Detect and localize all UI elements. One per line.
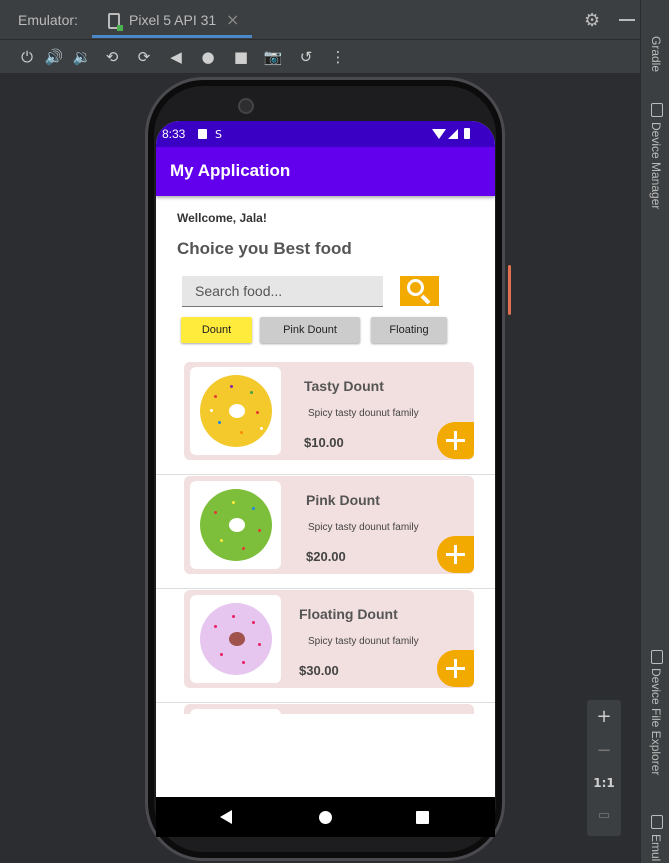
status-bar: 8:33 S bbox=[156, 121, 495, 147]
food-image bbox=[190, 367, 281, 455]
chip-pink-dount[interactable]: Pink Dount bbox=[260, 317, 360, 343]
food-card[interactable] bbox=[184, 704, 474, 714]
close-tab-icon[interactable]: × bbox=[226, 10, 239, 29]
food-description: Spicy tasty dounut family bbox=[308, 408, 419, 419]
app-bar: My Application bbox=[156, 147, 495, 196]
device-tab-label: Pixel 5 API 31 bbox=[129, 12, 217, 28]
donut-image bbox=[200, 489, 272, 561]
device-manager-panel-label[interactable]: Device Manager bbox=[649, 122, 663, 209]
food-name: Pink Dount bbox=[306, 492, 380, 508]
food-card[interactable]: Tasty Dount Spicy tasty dounut family $1… bbox=[184, 362, 474, 460]
food-image bbox=[190, 481, 281, 569]
food-price: $20.00 bbox=[306, 549, 346, 564]
home-icon[interactable]: ● bbox=[197, 46, 219, 68]
device-screen: 8:33 S My Application Wellcome, Jala! Ch… bbox=[156, 121, 495, 797]
camera-icon bbox=[238, 98, 254, 114]
sync-icon: S bbox=[215, 128, 222, 141]
battery-icon bbox=[464, 128, 470, 139]
tab-device[interactable]: Pixel 5 API 31 × bbox=[92, 6, 252, 38]
wifi-icon bbox=[432, 129, 446, 139]
food-name: Floating Dount bbox=[299, 606, 398, 622]
emulator-toolbar: ⏻ 🔊 🔉 ⟲ ⟳ ◀ ● ■ 📷 ↺ ⋮ bbox=[0, 40, 640, 74]
list-item[interactable]: Tasty Dount Spicy tasty dounut family $1… bbox=[156, 361, 495, 475]
donut-image bbox=[200, 375, 272, 447]
food-card[interactable]: Pink Dount Spicy tasty dounut family $20… bbox=[184, 476, 474, 574]
search-icon bbox=[407, 279, 424, 296]
phone-side-button[interactable] bbox=[508, 265, 511, 315]
food-description: Spicy tasty dounut family bbox=[308, 522, 419, 533]
food-image bbox=[190, 709, 281, 714]
list-item[interactable]: Floating Dount Spicy tasty dounut family… bbox=[156, 589, 495, 703]
emulator-panel-label[interactable]: Emul bbox=[649, 834, 663, 861]
search-input[interactable] bbox=[182, 276, 383, 307]
volume-down-icon[interactable]: 🔉 bbox=[71, 46, 93, 68]
list-item[interactable]: Pink Dount Spicy tasty dounut family $20… bbox=[156, 475, 495, 589]
status-time: 8:33 bbox=[162, 127, 186, 141]
rotate-left-icon[interactable]: ⟲ bbox=[101, 46, 123, 68]
nav-home-icon[interactable] bbox=[319, 811, 332, 824]
welcome-text: Wellcome, Jala! bbox=[177, 211, 267, 225]
power-icon[interactable]: ⏻ bbox=[16, 46, 38, 68]
zoom-out-button[interactable]: − bbox=[587, 740, 621, 761]
device-file-explorer-icon[interactable] bbox=[651, 650, 663, 664]
add-to-cart-button[interactable] bbox=[437, 650, 474, 687]
system-nav-bar bbox=[156, 797, 495, 837]
nav-recents-icon[interactable] bbox=[416, 811, 429, 824]
minimize-icon[interactable] bbox=[619, 19, 635, 21]
app-title: My Application bbox=[170, 161, 291, 180]
add-to-cart-button[interactable] bbox=[437, 422, 474, 459]
food-price: $10.00 bbox=[304, 435, 344, 450]
emulator-panel-icon[interactable] bbox=[651, 815, 663, 829]
signal-icon bbox=[448, 129, 458, 139]
screenshot-icon[interactable]: 📷 bbox=[262, 46, 284, 68]
donut-image bbox=[200, 603, 272, 675]
snapshot-icon[interactable]: ↺ bbox=[295, 46, 317, 68]
chip-floating[interactable]: Floating bbox=[371, 317, 447, 343]
actual-size-button[interactable]: 1:1 bbox=[587, 776, 621, 790]
food-description: Spicy tasty dounut family bbox=[308, 636, 419, 647]
device-manager-icon[interactable] bbox=[651, 103, 663, 117]
volume-up-icon[interactable]: 🔊 bbox=[43, 46, 65, 68]
list-item[interactable] bbox=[156, 703, 495, 714]
page-headline: Choice you Best food bbox=[177, 239, 352, 258]
food-name: Tasty Dount bbox=[304, 378, 384, 394]
emulator-label: Emulator: bbox=[18, 12, 78, 28]
device-file-explorer-panel-label[interactable]: Device File Explorer bbox=[649, 668, 663, 775]
sd-card-icon bbox=[198, 129, 207, 139]
emulator-header: Emulator: Pixel 5 API 31 × ⚙ bbox=[0, 0, 640, 40]
zoom-controls: + − 1:1 ▭ bbox=[587, 700, 621, 836]
fit-screen-icon[interactable]: ▭ bbox=[587, 808, 621, 823]
food-price: $30.00 bbox=[299, 663, 339, 678]
back-icon[interactable]: ◀ bbox=[165, 46, 187, 68]
device-icon bbox=[108, 13, 123, 31]
food-card[interactable]: Floating Dount Spicy tasty dounut family… bbox=[184, 590, 474, 688]
zoom-in-button[interactable]: + bbox=[587, 706, 621, 727]
gradle-panel-label[interactable]: Gradle bbox=[649, 36, 663, 72]
more-icon[interactable]: ⋮ bbox=[327, 46, 349, 68]
android-studio-emulator-window: Emulator: Pixel 5 API 31 × ⚙ ⏻ 🔊 🔉 ⟲ ⟳ ◀… bbox=[0, 0, 669, 863]
nav-back-icon[interactable] bbox=[220, 810, 232, 824]
search-button[interactable] bbox=[400, 276, 439, 306]
food-image bbox=[190, 595, 281, 683]
food-list[interactable]: Tasty Dount Spicy tasty dounut family $1… bbox=[156, 361, 495, 714]
gear-icon[interactable]: ⚙ bbox=[584, 10, 600, 31]
rotate-right-icon[interactable]: ⟳ bbox=[133, 46, 155, 68]
chip-dount[interactable]: Dount bbox=[181, 317, 252, 343]
overview-icon[interactable]: ■ bbox=[230, 46, 252, 68]
right-tool-strip: Gradle Device Manager Device File Explor… bbox=[640, 0, 669, 863]
add-to-cart-button[interactable] bbox=[437, 536, 474, 573]
